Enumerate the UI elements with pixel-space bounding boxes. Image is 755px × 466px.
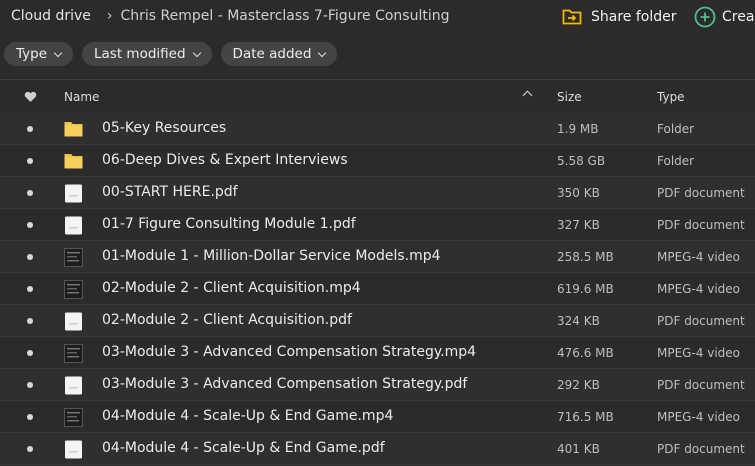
table-row[interactable]: 01-Module 1 - Million-Dollar Service Mod…	[0, 241, 755, 273]
filter-last-modified-label: Last modified	[94, 46, 186, 62]
video-thumbnail-icon	[64, 344, 83, 363]
file-size: 324 KB	[557, 314, 600, 328]
file-type: PDF document	[657, 442, 745, 456]
breadcrumb: Cloud drive › Chris Rempel - Masterclass…	[11, 8, 449, 24]
video-thumbnail-icon	[64, 408, 83, 427]
bullet-icon	[27, 446, 33, 452]
file-type: PDF document	[657, 378, 745, 392]
file-name[interactable]: 01-Module 1 - Million-Dollar Service Mod…	[102, 248, 441, 264]
file-name[interactable]: 06-Deep Dives & Expert Interviews	[102, 152, 348, 168]
filter-bar: Type Last modified Date added	[4, 42, 338, 66]
table-row[interactable]: 03-Module 3 - Advanced Compensation Stra…	[0, 369, 755, 401]
filter-last-modified[interactable]: Last modified	[82, 42, 212, 66]
chevron-down-icon	[53, 48, 63, 57]
bullet-icon	[27, 190, 33, 196]
bullet-icon	[27, 318, 33, 324]
file-name[interactable]: 04-Module 4 - Scale-Up & End Game.mp4	[102, 408, 393, 424]
file-name[interactable]: 04-Module 4 - Scale-Up & End Game.pdf	[102, 440, 385, 456]
share-folder-button[interactable]: Share folder	[562, 8, 677, 25]
pdf-file-icon	[64, 216, 83, 235]
file-size: 350 KB	[557, 186, 600, 200]
table-row[interactable]: 04-Module 4 - Scale-Up & End Game.pdf 401…	[0, 433, 755, 465]
file-type: Folder	[657, 122, 695, 136]
file-type: PDF document	[657, 218, 745, 232]
file-size: 476.6 MB	[557, 346, 614, 360]
table-row[interactable]: 05-Key Resources 1.9 MB Folder	[0, 113, 755, 145]
column-header-name[interactable]: Name	[64, 90, 99, 104]
file-type: MPEG-4 video	[657, 282, 741, 296]
file-size: 401 KB	[557, 442, 600, 456]
table-row[interactable]: 00-START HERE.pdf 350 KB PDF document	[0, 177, 755, 209]
bullet-icon	[27, 126, 33, 132]
column-header-type[interactable]: Type	[657, 90, 685, 104]
file-size: 327 KB	[557, 218, 600, 232]
table-row[interactable]: 03-Module 3 - Advanced Compensation Stra…	[0, 337, 755, 369]
bullet-icon	[27, 350, 33, 356]
file-name[interactable]: 02-Module 2 - Client Acquisition.mp4	[102, 280, 361, 296]
table-row[interactable]: 02-Module 2 - Client Acquisition.pdf 324 …	[0, 305, 755, 337]
bullet-icon	[27, 222, 33, 228]
chevron-down-icon	[318, 48, 327, 57]
file-type: PDF document	[657, 314, 745, 328]
create-label: Crea	[722, 9, 755, 25]
breadcrumb-current: Chris Rempel - Masterclass 7-Figure Cons…	[120, 8, 450, 24]
file-type: PDF document	[657, 186, 745, 200]
bullet-icon	[27, 286, 33, 292]
table-row[interactable]: 06-Deep Dives & Expert Interviews 5.58 GB…	[0, 145, 755, 177]
pdf-file-icon	[64, 376, 83, 395]
sort-ascending-icon[interactable]	[522, 90, 533, 101]
breadcrumb-root[interactable]: Cloud drive	[11, 8, 91, 24]
bullet-icon	[27, 254, 33, 260]
video-thumbnail-icon	[64, 280, 83, 299]
file-size: 716.5 MB	[557, 410, 614, 424]
file-name[interactable]: 03-Module 3 - Advanced Compensation Stra…	[102, 344, 476, 360]
filter-date-added[interactable]: Date added	[220, 42, 338, 66]
table-row[interactable]: 04-Module 4 - Scale-Up & End Game.mp4 716…	[0, 401, 755, 433]
table-header: Name Size Type	[0, 79, 755, 115]
pdf-file-icon	[64, 312, 83, 331]
top-bar: Cloud drive › Chris Rempel - Masterclass…	[0, 0, 755, 36]
heart-icon[interactable]	[24, 91, 37, 103]
file-size: 5.58 GB	[557, 154, 606, 168]
chevron-right-icon: ›	[106, 8, 113, 24]
pdf-file-icon	[64, 184, 83, 203]
folder-icon	[64, 152, 83, 170]
file-type: MPEG-4 video	[657, 410, 741, 424]
file-size: 258.5 MB	[557, 250, 614, 264]
file-size: 619.6 MB	[557, 282, 614, 296]
file-name[interactable]: 02-Module 2 - Client Acquisition.pdf	[102, 312, 352, 328]
table-row[interactable]: 02-Module 2 - Client Acquisition.mp4 619.…	[0, 273, 755, 305]
filter-type[interactable]: Type	[4, 42, 74, 66]
file-list: 05-Key Resources 1.9 MB Folder 06-Deep Dive…	[0, 113, 755, 465]
chevron-down-icon	[192, 48, 201, 57]
file-size: 292 KB	[557, 378, 600, 392]
bullet-icon	[27, 158, 33, 164]
file-type: MPEG-4 video	[657, 250, 741, 264]
file-name[interactable]: 05-Key Resources	[102, 120, 226, 136]
file-size: 1.9 MB	[557, 122, 599, 136]
video-thumbnail-icon	[64, 248, 83, 267]
filter-date-added-label: Date added	[232, 46, 312, 62]
file-name[interactable]: 00-START HERE.pdf	[102, 184, 238, 200]
bullet-icon	[27, 382, 33, 388]
table-row[interactable]: 01-7 Figure Consulting Module 1.pdf 327 K…	[0, 209, 755, 241]
bullet-icon	[27, 414, 33, 420]
folder-icon	[64, 120, 83, 138]
pdf-file-icon	[64, 440, 83, 459]
share-folder-icon	[562, 9, 582, 25]
share-folder-label: Share folder	[591, 8, 677, 25]
column-header-size[interactable]: Size	[557, 90, 582, 104]
file-name[interactable]: 03-Module 3 - Advanced Compensation Stra…	[102, 376, 467, 392]
file-name[interactable]: 01-7 Figure Consulting Module 1.pdf	[102, 216, 356, 232]
plus-circle-icon	[694, 6, 716, 28]
create-button[interactable]: Crea	[694, 6, 754, 28]
file-type: Folder	[657, 154, 695, 168]
filter-type-label: Type	[16, 46, 48, 62]
file-type: MPEG-4 video	[657, 346, 741, 360]
